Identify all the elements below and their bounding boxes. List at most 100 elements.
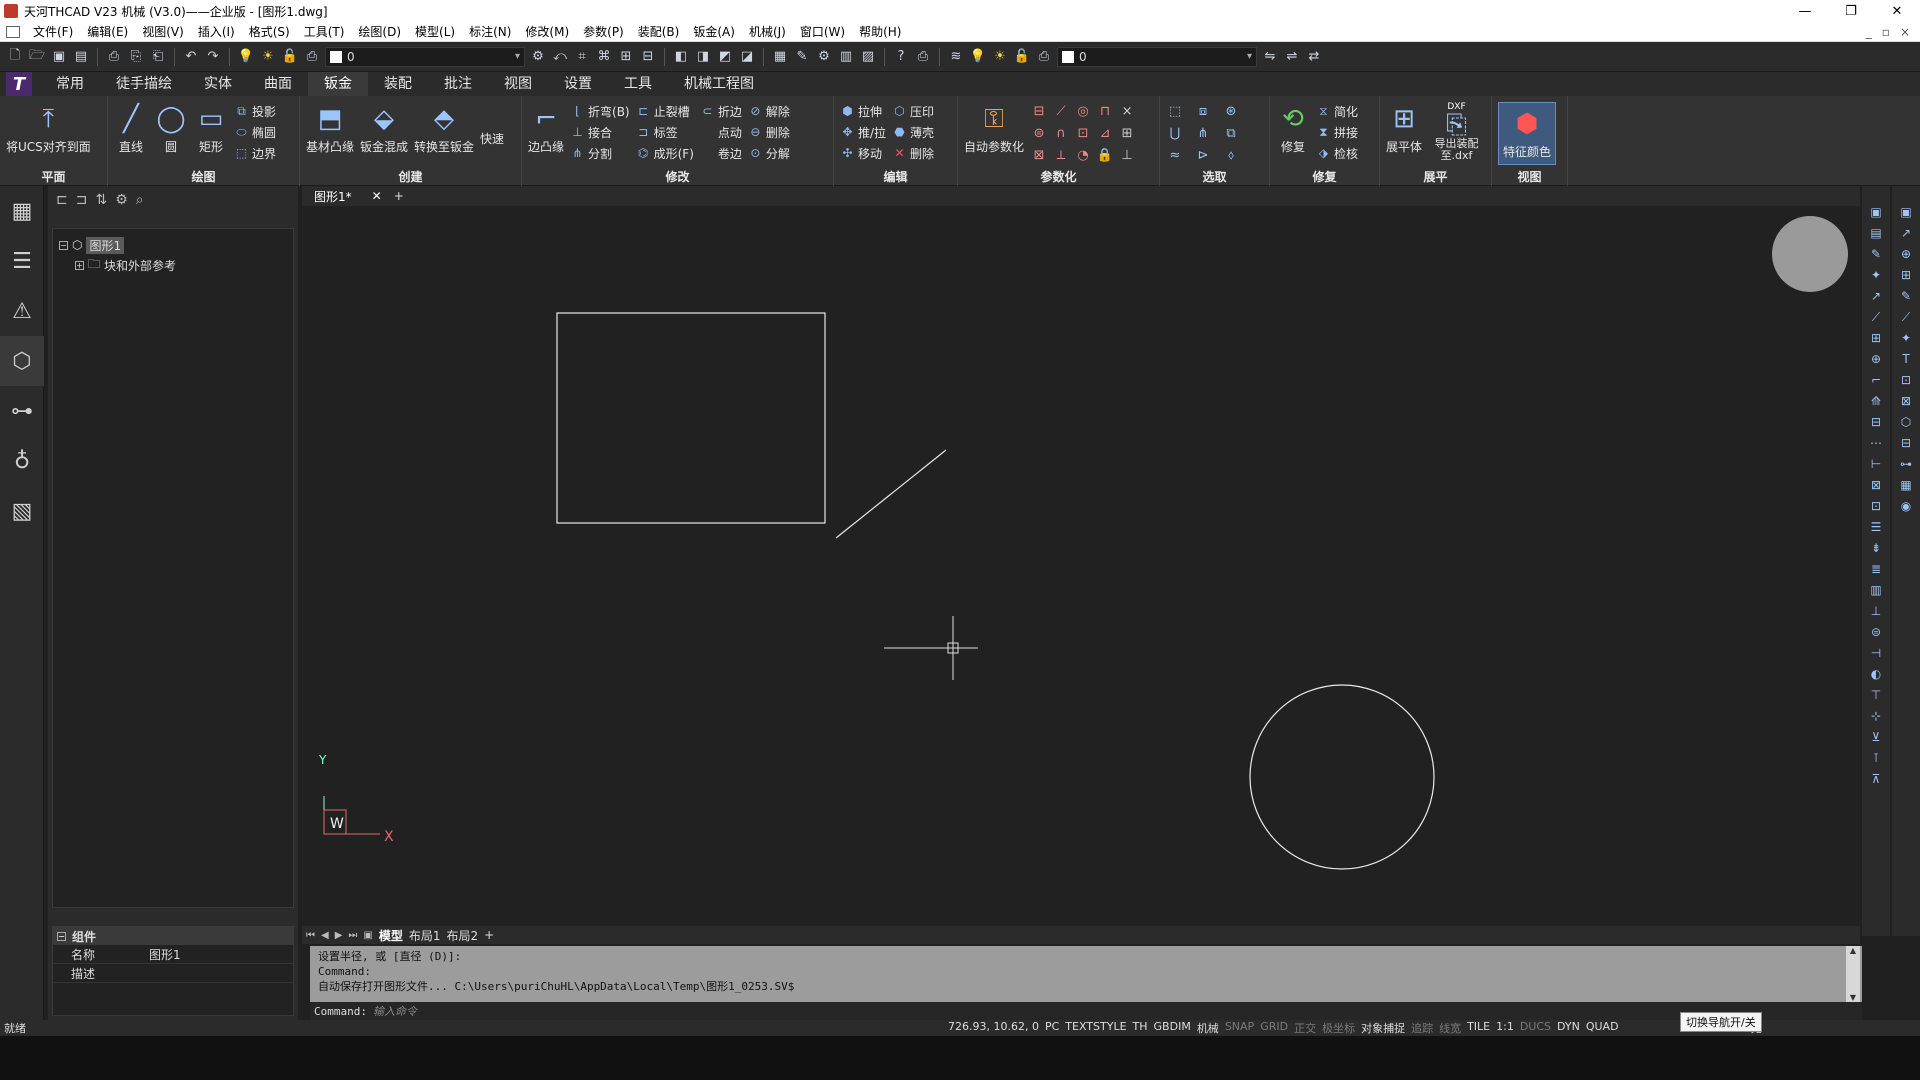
- ellipse-button[interactable]: ⬭ 椭圆: [234, 123, 276, 141]
- layer-merge-icon[interactable]: ⊞: [617, 48, 635, 66]
- menu-insert[interactable]: 插入(I): [191, 23, 242, 40]
- save-icon[interactable]: ▣: [50, 48, 68, 66]
- form-button[interactable]: ⌬ 成形(F): [636, 144, 694, 162]
- view-cube-icon[interactable]: ◧: [672, 48, 690, 66]
- settings-icon[interactable]: ⚙: [115, 192, 128, 208]
- tree-root-row[interactable]: − ⬡ 图形1: [59, 235, 287, 255]
- layer-freeze-icon[interactable]: ☀: [259, 48, 277, 66]
- quick-button[interactable]: 快速: [480, 102, 504, 147]
- app-menu-logo-icon[interactable]: T: [6, 72, 32, 96]
- save-as-icon[interactable]: ▤: [72, 48, 90, 66]
- select-7-icon[interactable]: ≈: [1166, 146, 1184, 164]
- menu-assembly[interactable]: 装配(B): [631, 23, 687, 40]
- cube-icon[interactable]: ⬡: [0, 336, 44, 386]
- toggle-snap[interactable]: SNAP: [1225, 1020, 1254, 1036]
- edge-flange-button[interactable]: ⌐ 边凸缘: [528, 102, 564, 155]
- document-tab[interactable]: 图形1* ✕: [314, 188, 382, 205]
- repair-button[interactable]: ⟲ 修复: [1276, 102, 1310, 155]
- rtool-15-icon[interactable]: ⊡: [1868, 498, 1884, 514]
- layout-menu-icon[interactable]: ▣: [363, 930, 372, 941]
- layer-tool1-icon[interactable]: ⇋: [1261, 48, 1279, 66]
- rtool-17-icon[interactable]: ⇟: [1868, 540, 1884, 556]
- rtool-16-icon[interactable]: ☰: [1868, 519, 1884, 535]
- toggle-osnap[interactable]: 对象捕捉: [1361, 1020, 1405, 1036]
- rtool-5-icon[interactable]: ↗: [1868, 288, 1884, 304]
- rtool2-14-icon[interactable]: ▦: [1898, 477, 1914, 493]
- prev-layout-icon[interactable]: ◀: [321, 930, 329, 941]
- boundary-button[interactable]: ⬚ 边界: [234, 144, 276, 162]
- layer-match-icon[interactable]: ⚙: [529, 48, 547, 66]
- tab-tools[interactable]: 工具: [608, 72, 668, 96]
- scroll-up-icon[interactable]: ▲: [1850, 946, 1856, 955]
- restore-button[interactable]: ❐: [1828, 0, 1874, 22]
- properties-table-icon[interactable]: ▦: [0, 186, 44, 236]
- constraint-4-icon[interactable]: ⊓: [1096, 102, 1114, 120]
- layer-state-icon[interactable]: ⊟: [639, 48, 657, 66]
- status-gbdim[interactable]: GBDIM: [1154, 1020, 1191, 1036]
- tab-solid[interactable]: 实体: [188, 72, 248, 96]
- toggle-polar[interactable]: 极坐标: [1322, 1020, 1355, 1036]
- view-render-icon[interactable]: ◩: [716, 48, 734, 66]
- layer-on-icon[interactable]: 💡: [237, 48, 255, 66]
- rtool-3-icon[interactable]: ✎: [1868, 246, 1884, 262]
- constraint-8-icon[interactable]: ⊡: [1074, 124, 1092, 142]
- rtool-21-icon[interactable]: ⊜: [1868, 624, 1884, 640]
- jog-button[interactable]: 点动: [700, 123, 742, 141]
- last-layout-icon[interactable]: ⏭: [348, 930, 357, 941]
- tab-button[interactable]: ⊐ 标签: [636, 123, 694, 141]
- rtool-12-icon[interactable]: ⋯: [1868, 435, 1884, 451]
- delete-feature-button[interactable]: ⊖ 删除: [748, 123, 790, 141]
- convert-to-sheet-button[interactable]: ⬘ 转换至钣金: [414, 102, 474, 155]
- unbend-button[interactable]: ⊘ 解除: [748, 102, 790, 120]
- delete-button[interactable]: ✕ 删除: [892, 144, 935, 162]
- rtool-4-icon[interactable]: ✦: [1868, 267, 1884, 283]
- new-file-icon[interactable]: 🗋: [6, 48, 24, 66]
- tree-tool1-icon[interactable]: ⊏: [56, 192, 68, 208]
- layer2-freeze-icon[interactable]: ☀: [991, 48, 1009, 66]
- rtool-7-icon[interactable]: ⊞: [1868, 330, 1884, 346]
- constraint-13-icon[interactable]: ◔: [1074, 146, 1092, 164]
- next-layout-icon[interactable]: ▶: [335, 930, 343, 941]
- rtool2-13-icon[interactable]: ⊶: [1898, 456, 1914, 472]
- menu-edit[interactable]: 编辑(E): [80, 23, 135, 40]
- unfold-body-button[interactable]: ⊞ 展平体: [1386, 102, 1422, 155]
- minimize-button[interactable]: —: [1782, 0, 1828, 22]
- toggle-dyn[interactable]: DYN: [1557, 1020, 1580, 1036]
- align-ucs-to-face-button[interactable]: ⤒ 将UCS对齐到面: [6, 102, 91, 155]
- rtool-13-icon[interactable]: ⊢: [1868, 456, 1884, 472]
- tab-freehand[interactable]: 徒手描绘: [100, 72, 188, 96]
- doc-restore-button[interactable]: ▫: [1882, 25, 1890, 39]
- explode-button[interactable]: ⊙ 分解: [748, 144, 790, 162]
- sliders-icon[interactable]: ☰: [0, 236, 44, 286]
- rtool-6-icon[interactable]: ⟋: [1868, 309, 1884, 325]
- rtool2-11-icon[interactable]: ⬡: [1898, 414, 1914, 430]
- menu-model[interactable]: 模型(L): [408, 23, 462, 40]
- layer2-plot-icon[interactable]: ⎙: [1035, 48, 1053, 66]
- extrude-button[interactable]: ⬢ 拉伸: [840, 102, 886, 120]
- tab-layout1[interactable]: 布局1: [409, 927, 441, 944]
- select-2-icon[interactable]: ⧈: [1194, 102, 1212, 120]
- move-button[interactable]: ✣ 移动: [840, 144, 886, 162]
- menu-sheetmetal[interactable]: 钣金(A): [686, 23, 742, 40]
- toggle-ducs[interactable]: DUCS: [1520, 1020, 1551, 1036]
- constraint-15-icon[interactable]: ⊥: [1118, 146, 1136, 164]
- toggle-quad[interactable]: QUAD: [1586, 1020, 1619, 1036]
- add-layout-icon[interactable]: +: [484, 928, 494, 942]
- hatch-icon[interactable]: ▧: [0, 486, 44, 536]
- property-value[interactable]: 图形1: [149, 946, 181, 963]
- document-icon[interactable]: [6, 25, 20, 38]
- base-flange-button[interactable]: ⬒ 基材凸缘: [306, 102, 354, 155]
- drawing-canvas[interactable]: Y X W: [302, 206, 1860, 926]
- select-6-icon[interactable]: ⧉: [1222, 124, 1240, 142]
- undo-icon[interactable]: ↶: [182, 48, 200, 66]
- tab-annotate[interactable]: 批注: [428, 72, 488, 96]
- constraint-3-icon[interactable]: ◎: [1074, 102, 1092, 120]
- rtool-25-icon[interactable]: ⊹: [1868, 708, 1884, 724]
- tab-mech-drawing[interactable]: 机械工程图: [668, 72, 770, 96]
- push-pull-button[interactable]: ✥ 推/拉: [840, 123, 886, 141]
- constraint-2-icon[interactable]: ⟋: [1052, 102, 1070, 120]
- command-input[interactable]: 输入命令: [373, 1003, 417, 1019]
- doc-close-button[interactable]: ×: [1900, 25, 1910, 39]
- tab-surface[interactable]: 曲面: [248, 72, 308, 96]
- scroll-down-icon[interactable]: ▼: [1850, 993, 1856, 1002]
